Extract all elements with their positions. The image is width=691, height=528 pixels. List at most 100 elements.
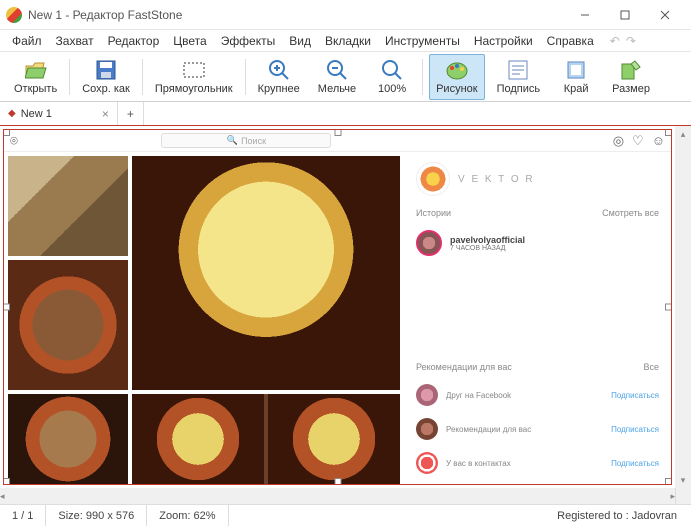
close-button[interactable]	[645, 1, 685, 29]
floppy-icon	[94, 58, 118, 82]
search-icon: 🔍	[227, 135, 238, 146]
redo-icon[interactable]: ↷	[626, 34, 636, 48]
story-time: 7 ЧАСОВ НАЗАД	[450, 245, 525, 252]
zoom-100-button[interactable]: 100%	[368, 54, 416, 100]
zoom-100-label: 100%	[378, 83, 406, 95]
user-avatar	[416, 162, 450, 196]
zoom-out-button[interactable]: Мельче	[312, 54, 362, 100]
menu-capture[interactable]: Захват	[50, 32, 100, 50]
draw-button[interactable]: Рисунок	[429, 54, 485, 100]
window-title: New 1 - Редактор FastStone	[28, 8, 565, 22]
menu-view[interactable]: Вид	[283, 32, 317, 50]
rec-avatar	[416, 452, 438, 474]
resize-handle[interactable]	[3, 304, 10, 311]
title-bar: New 1 - Редактор FastStone	[0, 0, 691, 30]
photo-thumbnail	[132, 394, 400, 484]
zoom-in-button[interactable]: Крупнее	[252, 54, 306, 100]
zoom-out-icon	[325, 58, 349, 82]
edge-label: Край	[564, 83, 589, 95]
horizontal-scrollbar[interactable]: ◂ ▸	[0, 488, 691, 504]
recommendation-row: У вас в контактах Подписаться	[416, 452, 659, 474]
subscribe-link: Подписаться	[611, 459, 659, 468]
menu-tabs[interactable]: Вкладки	[319, 32, 377, 50]
new-tab-button[interactable]: +	[118, 102, 144, 125]
minimize-button[interactable]	[565, 1, 605, 29]
zoom-100-icon	[380, 58, 404, 82]
menu-editor[interactable]: Редактор	[102, 32, 166, 50]
open-button[interactable]: Открыть	[8, 54, 63, 100]
zoom-in-label: Крупнее	[258, 83, 300, 95]
stories-header: Истории	[416, 208, 451, 218]
tab-bar: ◆ New 1 × +	[0, 102, 691, 126]
zoom-out-label: Мельче	[318, 83, 356, 95]
menu-tools[interactable]: Инструменты	[379, 32, 466, 50]
subscribe-link: Подписаться	[611, 425, 659, 434]
ig-sidebar: V E K T O R Истории Смотреть все pavelvo…	[404, 152, 671, 484]
story-avatar	[416, 230, 442, 256]
ig-feed	[4, 152, 404, 484]
maximize-button[interactable]	[605, 1, 645, 29]
resize-handle[interactable]	[334, 129, 341, 136]
modified-indicator-icon: ◆	[8, 108, 16, 119]
status-bar: 1 / 1 Size: 990 x 576 Zoom: 62% Register…	[0, 504, 691, 526]
resize-handle[interactable]	[665, 478, 672, 485]
resize-handle[interactable]	[334, 478, 341, 485]
resize-button[interactable]: Размер	[606, 54, 656, 100]
marquee-icon	[182, 58, 206, 82]
resize-icon	[619, 58, 643, 82]
resize-label: Размер	[612, 83, 650, 95]
menu-settings[interactable]: Настройки	[468, 32, 539, 50]
photo-thumbnail	[132, 156, 400, 390]
rec-avatar	[416, 418, 438, 440]
document-tab[interactable]: ◆ New 1 ×	[0, 102, 118, 125]
rec-text: Рекомендации для вас	[446, 425, 603, 434]
caption-icon	[506, 58, 530, 82]
resize-handle[interactable]	[665, 304, 672, 311]
menu-file[interactable]: Файл	[6, 32, 48, 50]
scroll-down-button[interactable]: ▾	[675, 472, 691, 488]
photo-thumbnail	[8, 394, 128, 484]
see-all-link: Смотреть все	[602, 208, 659, 218]
subscribe-link: Подписаться	[611, 391, 659, 400]
resize-handle[interactable]	[3, 478, 10, 485]
scroll-up-button[interactable]: ▴	[675, 126, 691, 142]
tab-close-button[interactable]: ×	[102, 107, 109, 121]
caption-button[interactable]: Подпись	[491, 54, 547, 100]
rec-text: Друг на Facebook	[446, 391, 603, 400]
save-as-button[interactable]: Сохр. как	[76, 54, 136, 100]
heart-icon: ♡	[632, 133, 644, 149]
compass-icon: ◎	[613, 133, 624, 149]
rectangle-select-button[interactable]: Прямоугольник	[149, 54, 239, 100]
menu-help[interactable]: Справка	[541, 32, 600, 50]
zoom-indicator: Zoom: 62%	[147, 505, 228, 526]
ig-search-placeholder: Поиск	[241, 136, 266, 146]
open-label: Открыть	[14, 83, 57, 95]
profile-icon: ☺	[652, 133, 665, 149]
registration-label: Registered to : Jadovran	[543, 510, 691, 522]
tab-label: New 1	[21, 108, 52, 120]
caption-label: Подпись	[497, 83, 541, 95]
app-icon	[6, 7, 22, 23]
edge-icon	[564, 58, 588, 82]
rec-avatar	[416, 384, 438, 406]
resize-handle[interactable]	[3, 129, 10, 136]
toolbar: Открыть Сохр. как Прямоугольник Крупнее …	[0, 52, 691, 102]
workspace: ⌾ 🔍 Поиск ◎ ♡ ☺	[0, 126, 691, 488]
photo-thumbnail	[8, 260, 128, 390]
vertical-scrollbar[interactable]: ▴ ▾	[675, 126, 691, 488]
menu-colors[interactable]: Цвета	[167, 32, 212, 50]
edge-button[interactable]: Край	[552, 54, 600, 100]
folder-open-icon	[24, 58, 48, 82]
undo-icon[interactable]: ↶	[610, 34, 620, 48]
canvas[interactable]: ⌾ 🔍 Поиск ◎ ♡ ☺	[3, 129, 672, 485]
instagram-logo-icon: ⌾	[10, 133, 18, 149]
resize-handle[interactable]	[665, 129, 672, 136]
recs-all-link: Все	[643, 362, 659, 372]
save-as-label: Сохр. как	[82, 83, 130, 95]
menu-effects[interactable]: Эффекты	[215, 32, 282, 50]
size-indicator: Size: 990 x 576	[46, 505, 147, 526]
recommendation-row: Рекомендации для вас Подписаться	[416, 418, 659, 440]
photo-thumbnail	[8, 156, 128, 256]
zoom-in-icon	[267, 58, 291, 82]
menu-bar: Файл Захват Редактор Цвета Эффекты Вид В…	[0, 30, 691, 52]
